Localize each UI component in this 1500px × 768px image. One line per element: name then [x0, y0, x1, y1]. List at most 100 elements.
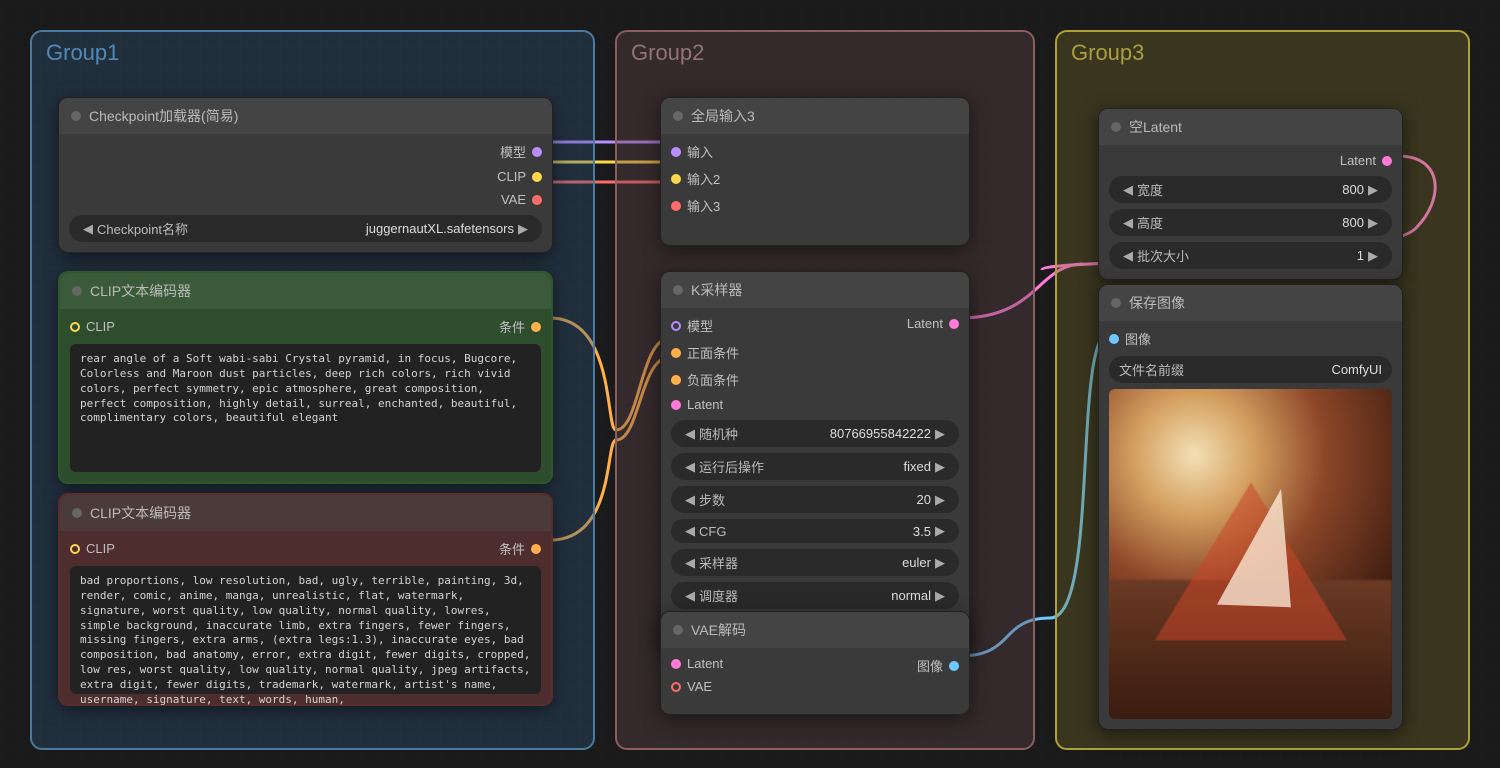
- node-checkpoint-loader[interactable]: Checkpoint加载器(简易) 模型 CLIP VAE ◀ Checkpoi…: [58, 97, 553, 253]
- chevron-right-icon[interactable]: ▶: [1364, 215, 1382, 231]
- node-empty-latent[interactable]: 空Latent Latent ◀宽度800▶ ◀高度800▶ ◀批次大小1▶: [1098, 108, 1403, 280]
- port-dot-icon: [1382, 156, 1392, 166]
- input-3[interactable]: 输入3: [671, 194, 959, 217]
- collapse-icon[interactable]: [673, 285, 683, 295]
- filename-prefix-widget[interactable]: 文件名前缀ComfyUI: [1109, 356, 1392, 383]
- port-dot-icon: [671, 201, 681, 211]
- scheduler-widget[interactable]: ◀调度器normal▶: [671, 582, 959, 609]
- chevron-left-icon[interactable]: ◀: [1119, 248, 1137, 264]
- port-dot-icon: [671, 147, 681, 157]
- checkpoint-name-widget[interactable]: ◀ Checkpoint名称 juggernautXL.safetensors …: [69, 215, 542, 242]
- chevron-right-icon[interactable]: ▶: [1364, 182, 1382, 198]
- output-vae[interactable]: VAE: [501, 190, 542, 209]
- chevron-left-icon[interactable]: ◀: [681, 492, 699, 508]
- port-dot-icon: [671, 174, 681, 184]
- port-dot-icon: [949, 661, 959, 671]
- input-image[interactable]: 图像: [1109, 327, 1392, 350]
- port-ring-icon: [671, 321, 681, 331]
- sampler-widget[interactable]: ◀采样器euler▶: [671, 549, 959, 576]
- output-latent[interactable]: Latent: [907, 314, 959, 333]
- height-widget[interactable]: ◀高度800▶: [1109, 209, 1392, 236]
- batch-widget[interactable]: ◀批次大小1▶: [1109, 242, 1392, 269]
- output-model[interactable]: 模型: [500, 140, 542, 163]
- node-title: CLIP文本编码器: [90, 281, 191, 301]
- node-global-input[interactable]: 全局输入3 输入 输入2 输入3: [660, 97, 970, 246]
- input-1[interactable]: 输入: [671, 140, 959, 163]
- input-negative[interactable]: 负面条件: [671, 368, 739, 391]
- port-ring-icon: [671, 682, 681, 692]
- node-title: Checkpoint加载器(简易): [89, 106, 238, 126]
- port-dot-icon: [531, 322, 541, 332]
- port-dot-icon: [671, 375, 681, 385]
- chevron-left-icon[interactable]: ◀: [681, 459, 699, 475]
- input-clip[interactable]: CLIP: [70, 315, 115, 338]
- input-latent[interactable]: Latent: [671, 654, 723, 673]
- output-image[interactable]: 图像: [917, 654, 959, 677]
- node-title: CLIP文本编码器: [90, 503, 191, 523]
- node-save-image[interactable]: 保存图像 图像 文件名前缀ComfyUI: [1098, 284, 1403, 730]
- chevron-left-icon[interactable]: ◀: [681, 426, 699, 442]
- node-clip-encode-negative[interactable]: CLIP文本编码器 CLIP 条件 bad proportions, low r…: [58, 493, 553, 706]
- output-clip[interactable]: CLIP: [497, 167, 542, 186]
- port-dot-icon: [532, 172, 542, 182]
- port-dot-icon: [671, 348, 681, 358]
- positive-prompt[interactable]: rear angle of a Soft wabi-sabi Crystal p…: [70, 344, 541, 472]
- chevron-left-icon[interactable]: ◀: [681, 555, 699, 571]
- input-2[interactable]: 输入2: [671, 167, 959, 190]
- node-title: 全局输入3: [691, 106, 755, 126]
- chevron-right-icon[interactable]: ▶: [931, 523, 949, 539]
- collapse-icon[interactable]: [72, 508, 82, 518]
- chevron-right-icon[interactable]: ▶: [931, 459, 949, 475]
- collapse-icon[interactable]: [72, 286, 82, 296]
- input-positive[interactable]: 正面条件: [671, 341, 739, 364]
- collapse-icon[interactable]: [1111, 298, 1121, 308]
- collapse-icon[interactable]: [673, 625, 683, 635]
- output-latent[interactable]: Latent: [1109, 151, 1392, 170]
- input-vae[interactable]: VAE: [671, 677, 723, 696]
- port-dot-icon: [532, 195, 542, 205]
- port-dot-icon: [671, 659, 681, 669]
- chevron-left-icon[interactable]: ◀: [1119, 182, 1137, 198]
- port-dot-icon: [671, 400, 681, 410]
- cfg-widget[interactable]: ◀CFG3.5▶: [671, 519, 959, 543]
- seed-widget[interactable]: ◀随机种80766955842222▶: [671, 420, 959, 447]
- chevron-left-icon[interactable]: ◀: [681, 523, 699, 539]
- width-widget[interactable]: ◀宽度800▶: [1109, 176, 1392, 203]
- group-3-title: Group3: [1057, 32, 1468, 70]
- chevron-right-icon[interactable]: ▶: [931, 426, 949, 442]
- negative-prompt[interactable]: bad proportions, low resolution, bad, ug…: [70, 566, 541, 694]
- group-2-title: Group2: [617, 32, 1033, 70]
- node-title: K采样器: [691, 280, 742, 300]
- control-after-widget[interactable]: ◀运行后操作fixed▶: [671, 453, 959, 480]
- output-conditioning[interactable]: 条件: [499, 537, 541, 560]
- chevron-right-icon[interactable]: ▶: [931, 555, 949, 571]
- collapse-icon[interactable]: [71, 111, 81, 121]
- chevron-right-icon[interactable]: ▶: [1364, 248, 1382, 264]
- group-1-title: Group1: [32, 32, 593, 70]
- node-title: VAE解码: [691, 620, 746, 640]
- port-dot-icon: [532, 147, 542, 157]
- node-title: 保存图像: [1129, 293, 1185, 313]
- chevron-right-icon[interactable]: ▶: [931, 492, 949, 508]
- node-clip-encode-positive[interactable]: CLIP文本编码器 CLIP 条件 rear angle of a Soft w…: [58, 271, 553, 484]
- port-ring-icon: [70, 544, 80, 554]
- chevron-right-icon[interactable]: ▶: [931, 588, 949, 604]
- port-dot-icon: [1109, 334, 1119, 344]
- collapse-icon[interactable]: [1111, 122, 1121, 132]
- node-vae-decode[interactable]: VAE解码 Latent VAE 图像: [660, 611, 970, 715]
- output-conditioning[interactable]: 条件: [499, 315, 541, 338]
- port-ring-icon: [70, 322, 80, 332]
- input-model[interactable]: 模型: [671, 314, 739, 337]
- port-dot-icon: [949, 319, 959, 329]
- chevron-left-icon[interactable]: ◀: [79, 221, 97, 237]
- node-title: 空Latent: [1129, 117, 1182, 137]
- steps-widget[interactable]: ◀步数20▶: [671, 486, 959, 513]
- input-latent[interactable]: Latent: [671, 395, 739, 414]
- input-clip[interactable]: CLIP: [70, 537, 115, 560]
- node-ksampler[interactable]: K采样器 模型 正面条件 负面条件 Latent Latent ◀随机种8076…: [660, 271, 970, 653]
- port-dot-icon: [531, 544, 541, 554]
- collapse-icon[interactable]: [673, 111, 683, 121]
- chevron-left-icon[interactable]: ◀: [1119, 215, 1137, 231]
- chevron-right-icon[interactable]: ▶: [514, 221, 532, 237]
- chevron-left-icon[interactable]: ◀: [681, 588, 699, 604]
